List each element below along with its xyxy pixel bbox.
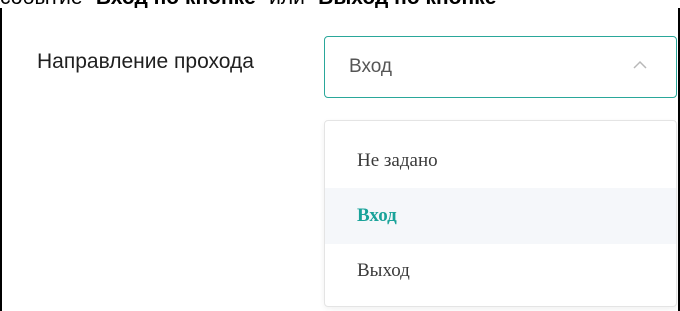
chevron-up-icon xyxy=(633,60,647,69)
fragment-bold-exit: Выход по кнопке xyxy=(318,0,496,8)
context-text-fragment: событие "Вход по кнопке" или "Выход по к… xyxy=(0,0,680,8)
direction-dropdown-menu: Не задано Вход Выход xyxy=(324,120,677,307)
direction-field-label: Направление прохода xyxy=(37,50,254,73)
fragment-middle: " или " xyxy=(256,0,318,8)
form-frame: Направление прохода Вход Не задано Вход … xyxy=(0,8,680,311)
fragment-bold-enter: Вход по кнопке xyxy=(96,0,256,8)
dropdown-option-exit[interactable]: Выход xyxy=(325,243,676,299)
dropdown-option-not-set[interactable]: Не задано xyxy=(325,133,676,189)
fragment-prefix: событие " xyxy=(0,0,96,8)
direction-select-value: Вход xyxy=(349,56,392,77)
direction-select[interactable]: Вход xyxy=(324,36,677,98)
dropdown-option-enter[interactable]: Вход xyxy=(325,188,676,244)
